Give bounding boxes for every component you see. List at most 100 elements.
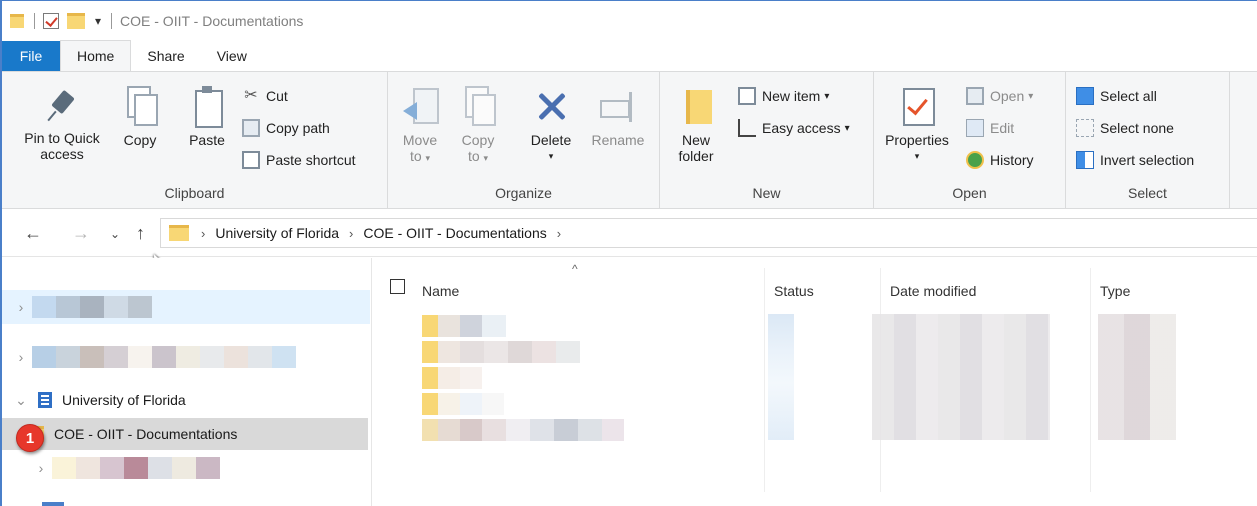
- paste-shortcut-button[interactable]: Paste shortcut: [242, 149, 356, 171]
- column-separator[interactable]: [1090, 268, 1091, 492]
- list-item[interactable]: [422, 418, 624, 442]
- back-arrow-icon[interactable]: ←: [24, 223, 42, 244]
- new-folder-button[interactable]: New folder: [672, 86, 720, 164]
- cut-button[interactable]: ✂ Cut: [242, 85, 288, 107]
- clipboard-group-label: Clipboard: [164, 185, 225, 201]
- column-separator[interactable]: [764, 268, 765, 492]
- copy-path-label: Copy path: [266, 120, 330, 136]
- list-item[interactable]: [422, 366, 482, 390]
- blurred-name: [602, 419, 624, 441]
- ribbon: Pin to Quick access Copy Paste ✂ Cut Cop…: [2, 71, 1257, 209]
- copy-path-button[interactable]: Copy path: [242, 117, 330, 139]
- blurred-name: [556, 341, 580, 363]
- move-to-icon: [403, 86, 439, 126]
- tab-view[interactable]: View: [201, 41, 263, 71]
- window-title: COE - OIIT - Documentations: [120, 13, 304, 29]
- nav-item-blurred[interactable]: ›: [2, 452, 370, 484]
- copy-to-icon: [463, 86, 496, 126]
- address-input[interactable]: › University of Florida › COE - OIIT - D…: [160, 218, 1257, 248]
- clipboard-group: Pin to Quick access Copy Paste ✂ Cut Cop…: [2, 72, 388, 208]
- nav-item-blurred[interactable]: ›: [2, 290, 370, 324]
- select-none-button[interactable]: Select none: [1076, 117, 1174, 139]
- history-button[interactable]: History: [966, 149, 1034, 171]
- breadcrumb-chevron-icon[interactable]: ›: [557, 226, 561, 241]
- blurred-name: [482, 315, 506, 337]
- blurred-name: [460, 315, 482, 337]
- pin-to-quick-access-button[interactable]: Pin to Quick access: [14, 86, 110, 162]
- properties-button[interactable]: Properties ▾: [880, 86, 954, 164]
- move-to-label-line2: to: [409, 148, 422, 164]
- file-list: ^ Name Status Date modified Type: [372, 258, 1257, 506]
- new-folder-icon: [682, 86, 712, 126]
- nav-item-coe-oiit-documentations[interactable]: COE - OIIT - Documentations: [2, 418, 368, 450]
- move-to-label-line1: Move: [402, 132, 438, 148]
- new-folder-quick-icon[interactable]: [67, 13, 85, 29]
- paste-label: Paste: [189, 132, 225, 148]
- easy-access-icon: [738, 119, 756, 137]
- breadcrumb-chevron-icon[interactable]: ›: [349, 226, 353, 241]
- edit-button[interactable]: Edit: [966, 117, 1014, 139]
- tab-home[interactable]: Home: [60, 40, 132, 71]
- chevron-right-icon[interactable]: ›: [10, 349, 32, 365]
- column-header-name[interactable]: Name: [414, 277, 764, 305]
- breadcrumb-chevron-icon[interactable]: ›: [201, 226, 205, 241]
- select-all-checkbox[interactable]: [390, 279, 405, 294]
- blurred-name: [438, 419, 460, 441]
- pin-label-line2: access: [40, 146, 84, 162]
- blurred-label: [32, 296, 152, 318]
- pin-icon: [46, 86, 78, 124]
- recent-locations-chevron-icon[interactable]: ⌄: [110, 227, 120, 241]
- column-header-status[interactable]: Status: [766, 277, 878, 305]
- paste-icon: [192, 86, 223, 128]
- folder-icon: [422, 341, 438, 363]
- invert-selection-button[interactable]: Invert selection: [1076, 149, 1194, 171]
- blurred-type-column: [1098, 314, 1176, 440]
- breadcrumb-university[interactable]: University of Florida: [215, 225, 339, 241]
- copy-to-button[interactable]: Copy to ▾: [458, 86, 498, 166]
- select-all-button[interactable]: Select all: [1076, 85, 1157, 107]
- new-item-button[interactable]: New item ▾: [738, 85, 829, 107]
- title-bar: ▾ COE - OIIT - Documentations: [2, 1, 1257, 41]
- folder-icon: [10, 14, 24, 28]
- rename-icon: [598, 86, 638, 126]
- chevron-down-icon: ▾: [548, 151, 554, 161]
- quick-access-separator: [34, 13, 35, 29]
- blurred-label: [32, 346, 296, 368]
- open-button[interactable]: Open ▾: [966, 85, 1033, 107]
- paste-shortcut-icon: [242, 151, 260, 169]
- blurred-name: [438, 341, 460, 363]
- list-item[interactable]: [422, 392, 504, 416]
- column-header-date-modified[interactable]: Date modified: [882, 277, 1092, 305]
- list-item[interactable]: [422, 314, 506, 338]
- rename-button[interactable]: Rename: [588, 86, 648, 148]
- tab-share[interactable]: Share: [131, 41, 200, 71]
- organize-group-label: Organize: [495, 185, 552, 201]
- customize-quick-access-icon[interactable]: ▾: [95, 14, 101, 28]
- move-to-button[interactable]: Move to ▾: [400, 86, 440, 166]
- chevron-down-icon[interactable]: ⌄: [10, 392, 32, 409]
- delete-button[interactable]: Delete ▾: [526, 86, 576, 164]
- up-arrow-icon[interactable]: ↑: [136, 223, 145, 244]
- copy-button[interactable]: Copy: [120, 86, 160, 148]
- paste-button[interactable]: Paste: [182, 86, 232, 148]
- chevron-right-icon[interactable]: ›: [30, 460, 52, 476]
- chevron-down-icon: ▾: [844, 122, 850, 134]
- history-label: History: [990, 152, 1034, 168]
- nav-item-university-of-florida[interactable]: ⌄ University of Florida: [2, 384, 370, 416]
- properties-icon: [901, 86, 935, 126]
- new-folder-label-line2: folder: [678, 148, 714, 164]
- list-item[interactable]: [422, 340, 580, 364]
- easy-access-button[interactable]: Easy access ▾: [738, 117, 850, 139]
- properties-quick-icon[interactable]: [43, 13, 59, 29]
- blurred-name: [554, 419, 578, 441]
- breadcrumb-coe-oiit[interactable]: COE - OIIT - Documentations: [363, 225, 546, 241]
- blurred-label: [52, 457, 220, 479]
- column-header-type[interactable]: Type: [1092, 277, 1252, 305]
- chevron-right-icon[interactable]: ›: [10, 299, 32, 315]
- nav-item-blurred[interactable]: ›: [2, 340, 370, 374]
- new-folder-label-line1: New: [681, 132, 710, 148]
- forward-arrow-icon[interactable]: →: [72, 223, 90, 244]
- blurred-name: [482, 419, 506, 441]
- tab-file[interactable]: File: [2, 41, 60, 71]
- copy-to-label-line1: Copy: [461, 132, 495, 148]
